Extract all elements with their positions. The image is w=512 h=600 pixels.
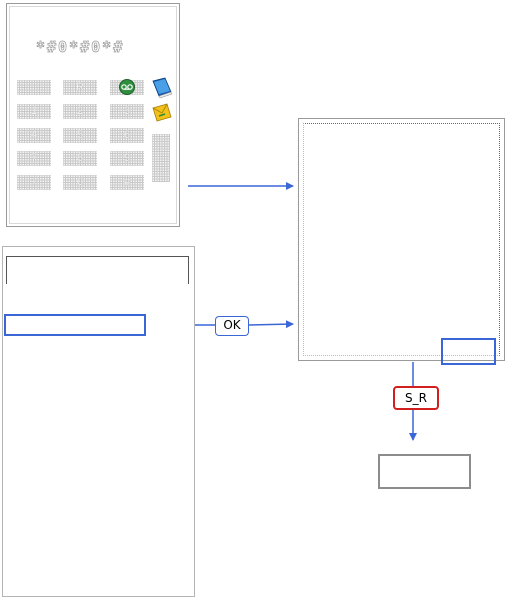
sr-transition-label: S_R <box>393 386 439 410</box>
selected-list-item[interactable] <box>4 314 146 336</box>
key-9[interactable]: 9 <box>110 151 144 166</box>
ok-transition-label: OK <box>215 316 249 336</box>
key-0[interactable]: 0 <box>63 175 97 190</box>
key-8[interactable]: 8 <box>63 151 97 166</box>
key-5[interactable]: 5 <box>63 128 97 143</box>
voicemail-icon <box>119 79 135 95</box>
key-3[interactable]: 3 <box>110 104 144 119</box>
key-hash[interactable]: # <box>110 175 144 190</box>
scroll-key[interactable] <box>152 134 170 182</box>
key-plus[interactable]: + <box>17 175 51 190</box>
dial-display: *#0*#0*# <box>36 38 125 57</box>
phonebook-icon[interactable] <box>150 77 174 99</box>
message-icon[interactable] <box>150 102 174 124</box>
list-panel <box>2 246 195 597</box>
target-screen-box <box>378 454 471 489</box>
key-7[interactable]: 7 <box>17 151 51 166</box>
key-6[interactable]: 6 <box>110 128 144 143</box>
highlighted-action-button[interactable] <box>441 338 496 365</box>
key-blank[interactable] <box>17 80 51 95</box>
result-panel-inner <box>303 123 500 356</box>
result-panel <box>298 118 505 361</box>
list-header <box>6 256 189 284</box>
key-4[interactable]: 4 <box>17 128 51 143</box>
key-1[interactable]: 1 <box>17 104 51 119</box>
key-redial[interactable]: R <box>63 80 97 95</box>
arrow-ok-to-result <box>248 320 294 329</box>
key-2[interactable]: 2 <box>63 104 97 119</box>
key-voicemail[interactable] <box>110 79 144 95</box>
